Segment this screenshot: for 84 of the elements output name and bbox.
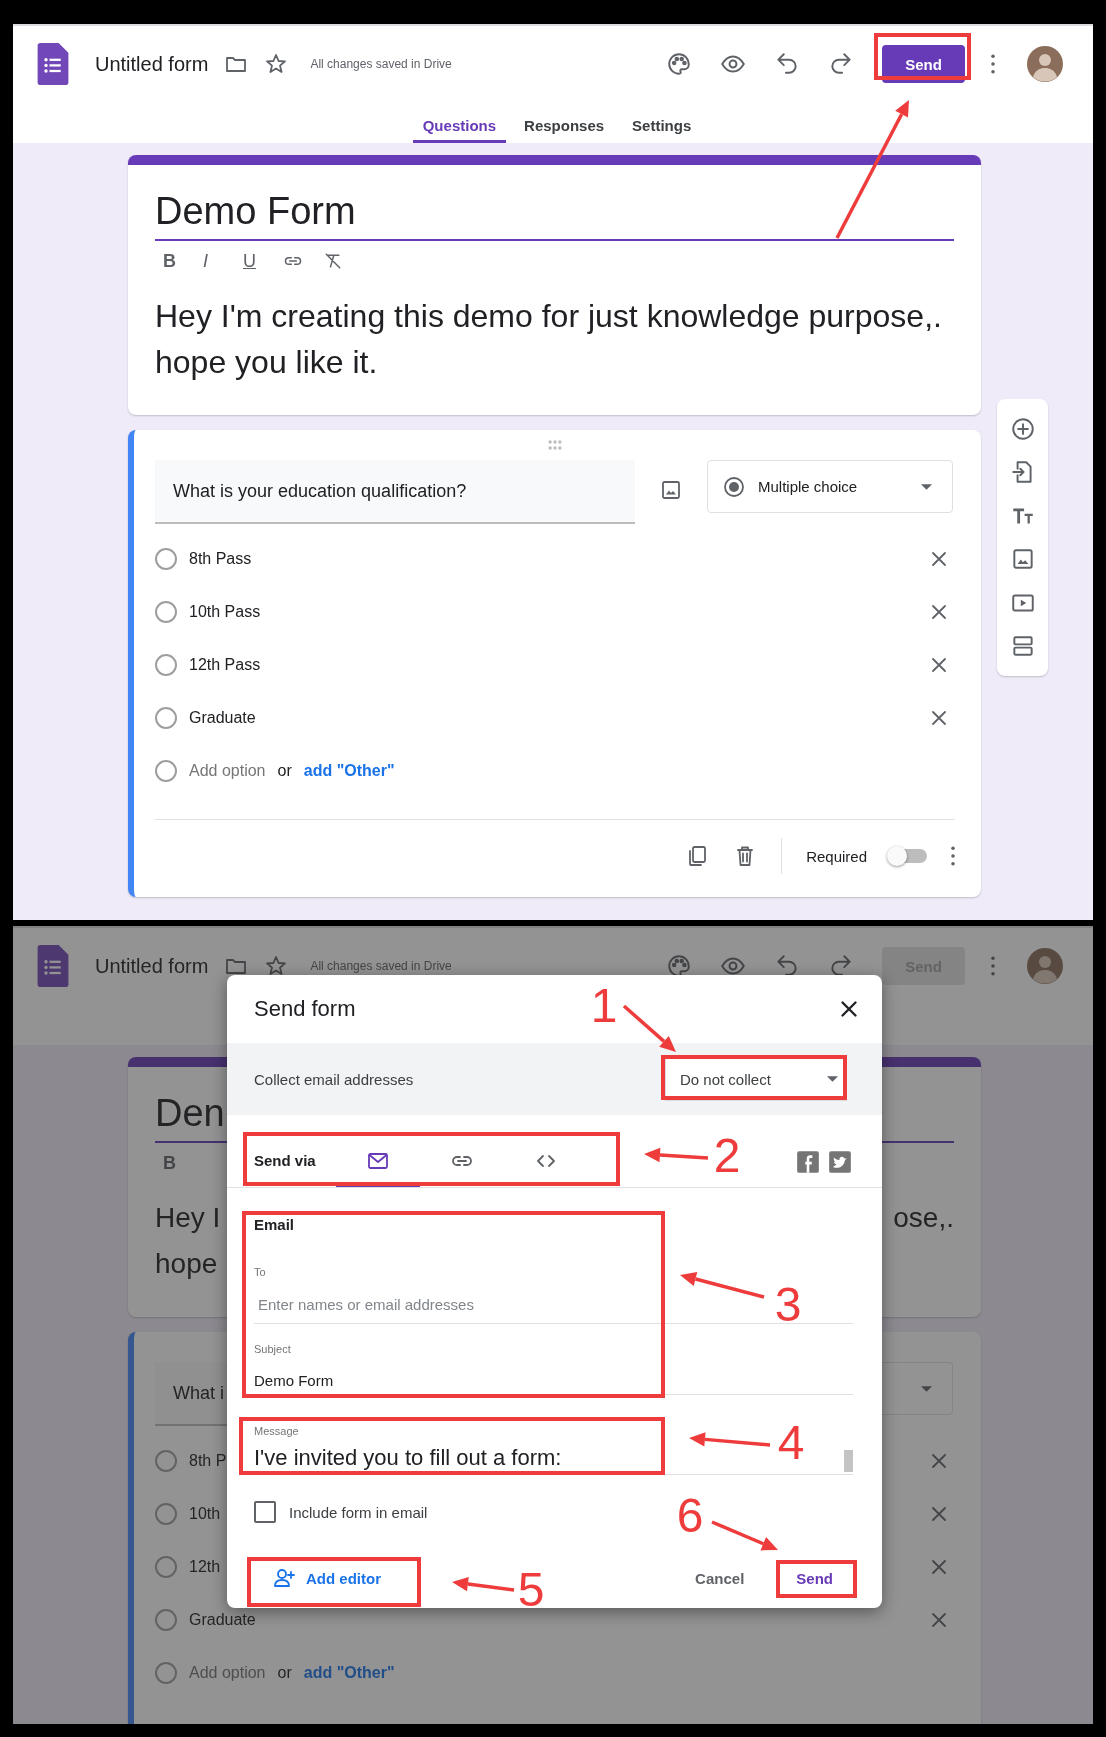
send-via-label: Send via (254, 1151, 317, 1171)
required-label: Required (806, 847, 867, 865)
to-label: To (254, 1265, 267, 1279)
more-icon (951, 846, 955, 866)
caret-icon (827, 1076, 838, 1082)
annotation-arrow (622, 1004, 676, 1052)
include-form-label: Include form in email (289, 1503, 428, 1521)
form-name[interactable]: Untitled form (95, 52, 209, 76)
caret-icon (921, 483, 932, 490)
option-label[interactable]: 8th Pass (189, 549, 252, 568)
radio-icon (155, 1661, 177, 1684)
option-label[interactable]: 8th P (189, 1451, 227, 1470)
message-label: Message (254, 1424, 300, 1438)
clear-format-icon (323, 251, 343, 271)
annotation-arrow (452, 1576, 515, 1592)
drag-handle-icon (548, 440, 562, 450)
radio-icon (155, 653, 177, 676)
option-label[interactable]: Graduate (189, 708, 256, 727)
radio-icon (155, 1502, 177, 1525)
radio-icon (155, 706, 177, 729)
tab[interactable]: Settings (622, 102, 702, 143)
email-heading: Email (254, 1215, 296, 1235)
caret-icon (921, 1385, 932, 1392)
star-icon (264, 52, 289, 76)
radio-icon (722, 474, 746, 499)
add-question-icon (1009, 415, 1036, 442)
radio-icon (155, 547, 177, 570)
question-field[interactable]: What is your education qualification? (155, 460, 635, 524)
step-number: 1 (590, 982, 618, 1030)
annotation-arrow (711, 1520, 778, 1551)
redo-icon (828, 51, 854, 77)
radio-icon (155, 1449, 177, 1472)
tab[interactable]: Responses (514, 102, 615, 143)
twitter-icon (827, 1149, 853, 1175)
save-status: All changes saved in Drive (310, 57, 452, 71)
or-label: or (277, 1663, 292, 1682)
star-icon (264, 954, 289, 978)
radio-icon (155, 600, 177, 623)
image-icon (659, 478, 683, 502)
avatar-icon[interactable] (1027, 948, 1063, 984)
subject-label: Subject (254, 1342, 292, 1356)
more-icon (991, 54, 995, 74)
radio-icon (155, 759, 177, 782)
add-other-link[interactable]: add "Other" (303, 761, 395, 780)
option-label[interactable]: 12th (189, 1557, 221, 1576)
format-button[interactable]: B (163, 250, 203, 272)
annotation-arrow (644, 1147, 709, 1163)
undo-icon (774, 51, 800, 77)
more-icon (991, 956, 995, 976)
dialog-title: Send form (254, 996, 356, 1022)
collect-email-label: Collect email addresses (254, 1070, 414, 1088)
avatar-icon[interactable] (1027, 46, 1063, 82)
format-button[interactable]: B (163, 1152, 203, 1174)
step-number: 6 (676, 1492, 704, 1540)
question-type-dropdown[interactable]: Multiple choice (707, 460, 953, 513)
form-name[interactable]: Untitled form (95, 954, 209, 978)
form-description[interactable]: Hey I'm creating this demo for just knowledge purpose,. hope you like it. (155, 293, 954, 385)
radio-icon (155, 1608, 177, 1631)
facebook-icon (795, 1149, 821, 1175)
include-form-checkbox[interactable] (254, 1501, 276, 1523)
step-number: 2 (713, 1132, 741, 1180)
form-description[interactable]: Hey I (155, 1202, 221, 1234)
form-title[interactable]: Demo Form (155, 179, 954, 241)
cancel-button[interactable]: Cancel (683, 1561, 757, 1595)
option-label[interactable]: 10th Pass (189, 602, 261, 621)
format-button[interactable]: I (203, 250, 243, 272)
list-document-icon[interactable] (37, 945, 69, 987)
step-number: 5 (517, 1566, 545, 1614)
list-document-icon[interactable] (37, 43, 69, 85)
save-status: All changes saved in Drive (310, 959, 452, 973)
scrollbar-thumb[interactable] (844, 1450, 853, 1472)
radio-icon (155, 1555, 177, 1578)
form-description[interactable]: ose,. (893, 1202, 954, 1234)
form-description[interactable]: hope (155, 1248, 218, 1280)
palette-icon (666, 51, 692, 77)
add-option-field[interactable]: Add option (189, 761, 266, 780)
person-add-icon (272, 1566, 296, 1590)
option-label[interactable]: 10th (189, 1504, 221, 1523)
or-label: or (277, 761, 292, 780)
option-label[interactable]: 12th Pass (189, 655, 261, 674)
option-label[interactable]: Graduate (189, 1610, 256, 1629)
format-button[interactable]: U (243, 250, 283, 272)
tab[interactable]: Questions (412, 102, 507, 143)
step-number: 4 (777, 1419, 805, 1467)
